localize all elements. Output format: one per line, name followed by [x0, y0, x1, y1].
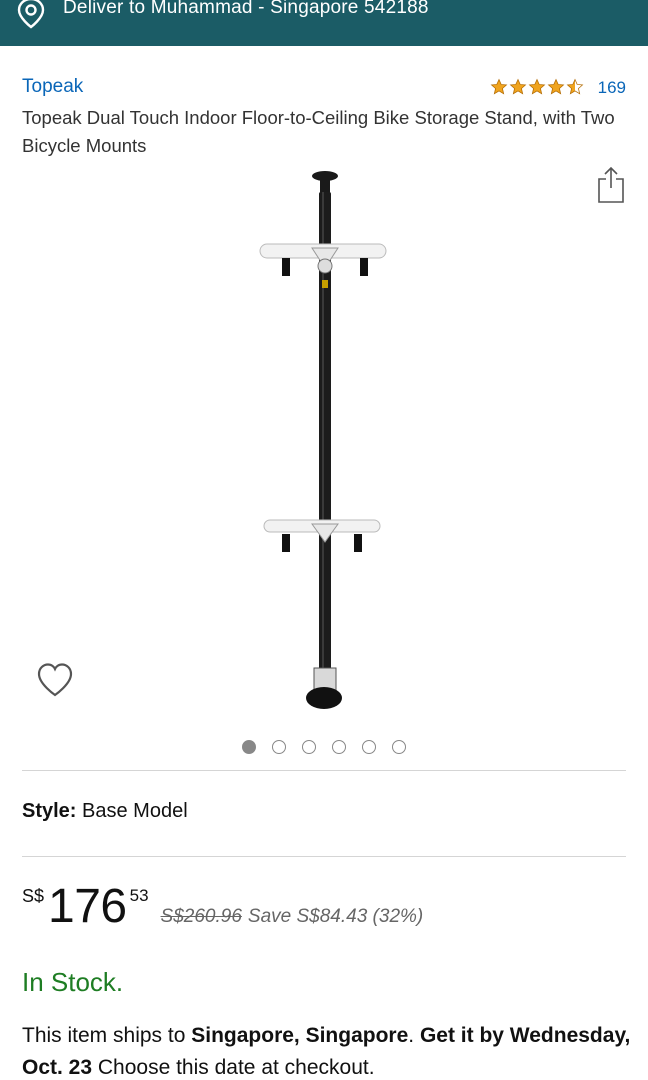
pager-dot[interactable] [332, 740, 346, 754]
pager-dot[interactable] [392, 740, 406, 754]
star-icon [490, 78, 508, 95]
pager-dot[interactable] [302, 740, 316, 754]
price-whole: 176 [48, 880, 127, 933]
shipping-info: This item ships to Singapore, Singapore.… [22, 1020, 632, 1080]
list-price: S$260.96 [160, 906, 242, 927]
deliver-to-label: Deliver to Muhammad - Singapore 542188 [63, 0, 429, 18]
location-pin-icon [17, 0, 45, 29]
delivery-bar[interactable]: Deliver to Muhammad - Singapore 542188 [0, 0, 648, 46]
star-icon [509, 78, 527, 95]
ships-prefix: This item ships to [22, 1024, 192, 1047]
image-pager[interactable] [0, 740, 648, 754]
savings: Save S$84.43 (32%) [247, 906, 424, 927]
style-label: Style: [22, 800, 77, 822]
product-image[interactable] [250, 168, 400, 716]
style-value: Base Model [82, 800, 188, 822]
divider [22, 770, 626, 771]
style-selector[interactable]: Style: Base Model [22, 800, 188, 823]
pager-dot[interactable] [272, 740, 286, 754]
ships-sep: . [408, 1024, 420, 1047]
ships-suffix: Choose this date at checkout. [92, 1056, 375, 1079]
availability-status: In Stock. [22, 967, 124, 997]
product-title: Topeak Dual Touch Indoor Floor-to-Ceilin… [22, 107, 615, 156]
brand-link[interactable]: Topeak [22, 76, 83, 98]
pager-dot[interactable] [242, 740, 256, 754]
share-icon[interactable] [596, 166, 626, 204]
price-currency: S$ [22, 886, 45, 906]
divider [22, 856, 626, 857]
rating[interactable]: 169 [490, 76, 626, 98]
review-count[interactable]: 169 [598, 78, 626, 98]
star-icon [528, 78, 546, 95]
price-fraction: 53 [129, 886, 149, 905]
star-icon [547, 78, 565, 95]
price-block: S$ 176 53 S$260.96 Save S$84.43 (32%) [22, 880, 423, 934]
pager-dot[interactable] [362, 740, 376, 754]
star-rating [490, 78, 584, 96]
heart-icon[interactable] [36, 662, 74, 698]
star-half-icon [566, 78, 584, 95]
ships-destination: Singapore, Singapore [191, 1024, 409, 1047]
